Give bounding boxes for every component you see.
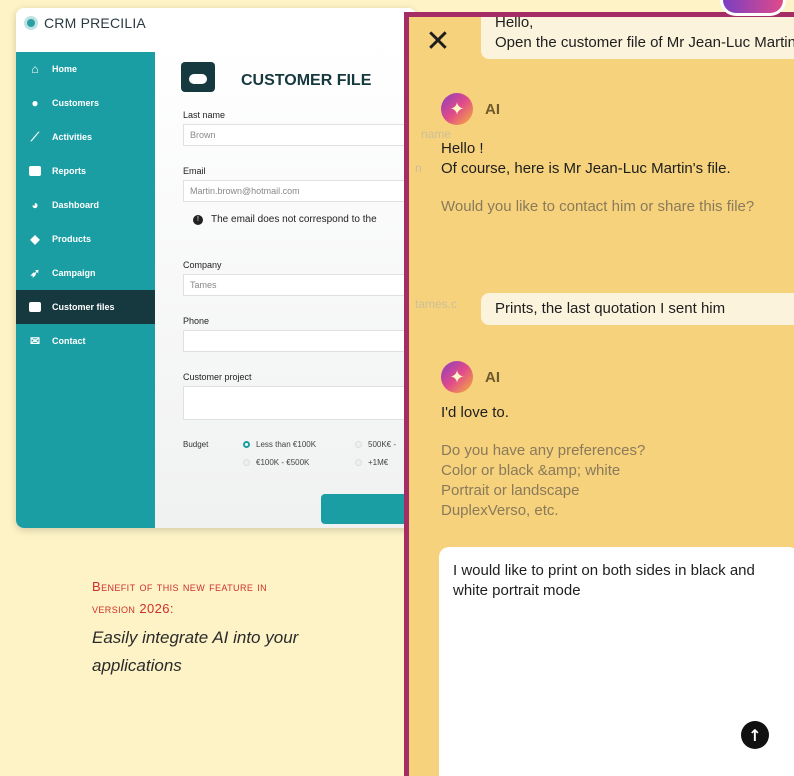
sidebar-item-label: Home [52, 64, 78, 74]
sidebar-item-label: Campaign [52, 268, 96, 278]
budget-label: Budget [183, 440, 209, 449]
sidebar-item-customer-files[interactable]: Customer files [16, 290, 155, 324]
form-area: CUSTOMER FILE Last name Brown Email Mart… [155, 38, 416, 528]
user-message-text: Open the customer file of Mr Jean-Luc Ma… [495, 34, 794, 51]
ghost-text: n [415, 161, 422, 175]
email-warning: ! The email does not correspond to the [193, 214, 377, 225]
send-button[interactable]: ↑ [741, 721, 769, 749]
sidebar-item-label: Products [52, 234, 92, 244]
phone-field[interactable] [183, 330, 416, 352]
campaign-icon: ➶ [29, 266, 41, 280]
ai-name: AI [485, 100, 500, 118]
company-label: Company [183, 260, 222, 270]
user-message-line: Hello, [495, 14, 534, 31]
main-content: CUSTOMER FILE Last name Brown Email Mart… [155, 38, 416, 528]
budget-option-1m-plus[interactable]: +1M€ [355, 458, 388, 467]
user-message: Hello, Open the customer file of Mr Jean… [481, 14, 794, 59]
crm-logo-icon [24, 16, 38, 30]
home-icon: ⌂ [31, 62, 39, 76]
ai-reply-question: Would you like to contact him or share t… [441, 198, 755, 215]
sidebar-item-home[interactable]: ⌂ Home [16, 52, 155, 86]
sidebar-item-products[interactable]: ◆ Products [16, 222, 155, 256]
sidebar-item-label: Dashboard [52, 200, 100, 210]
contact-icon: ✉ [29, 334, 41, 348]
radio-icon [355, 441, 362, 448]
budget-option-label: Less than €100K [256, 440, 317, 449]
sidebar-item-activities[interactable]: ⟋ Activities [16, 120, 155, 154]
budget-option-label: 500K€ - [368, 440, 397, 449]
ai-reply-question: Color or black &amp; white [441, 462, 621, 479]
company-field[interactable]: Tames [183, 274, 416, 296]
ai-header: ✦ AI [441, 361, 500, 393]
project-field[interactable] [183, 386, 416, 420]
ai-header: ✦ AI [441, 93, 500, 125]
user-message: Prints, the last quotation I sent him [481, 293, 794, 325]
ai-reply-question: Do you have any preferences? [441, 442, 646, 459]
customer-files-icon [28, 300, 42, 314]
crm-titlebar: CRM PRECILIA [16, 8, 416, 38]
sidebar-item-label: Activities [52, 132, 93, 142]
last-name-field[interactable]: Brown [183, 124, 416, 146]
sidebar-item-label: Reports [52, 166, 87, 176]
reports-icon [28, 164, 42, 178]
corner-badge [720, 0, 786, 16]
phone-label: Phone [183, 316, 210, 326]
sidebar-item-label: Customers [52, 98, 100, 108]
budget-option-500k[interactable]: 500K€ - [355, 440, 396, 449]
caption-heading: Benefit of this new feature in version 2… [92, 576, 392, 620]
email-warning-text: The email does not correspond to the [211, 214, 377, 225]
email-field[interactable]: Martin.brown@hotmail.com [183, 180, 416, 202]
project-label: Customer project [183, 372, 252, 382]
page-title: CUSTOMER FILE [241, 72, 372, 89]
dashboard-icon: ◕ [31, 198, 39, 212]
budget-option-under-100k[interactable]: Less than €100K [243, 440, 316, 449]
ghost-text: tames.c [415, 297, 458, 311]
ai-greeting: Hello ! [441, 140, 484, 157]
radio-icon [355, 459, 362, 466]
message-input[interactable]: I would like to print on both sides in b… [439, 547, 794, 776]
sidebar-item-contact[interactable]: ✉ Contact [16, 324, 155, 358]
sidebar-item-dashboard[interactable]: ◕ Dashboard [16, 188, 155, 222]
ai-reply-question: Portrait or landscape [441, 482, 580, 499]
ai-name: AI [485, 368, 500, 386]
message-input-text: I would like to print on both sides in b… [453, 562, 755, 599]
customer-file-icon [181, 62, 215, 92]
activities-icon: ⟋ [30, 129, 40, 144]
ai-chat-panel: name n tames.c ✕ Hello, Open the custome… [404, 12, 794, 776]
budget-option-label: +1M€ [368, 458, 389, 467]
caption-heading-line1: Benefit of this new feature in [92, 579, 268, 594]
ai-reply-text: Of course, here is Mr Jean-Luc Martin's … [441, 160, 731, 177]
app-name: CRM PRECILIA [44, 15, 146, 31]
radio-selected-icon [243, 441, 250, 448]
budget-option-label: €100K - €500K [256, 458, 310, 467]
budget-option-100k-500k[interactable]: €100K - €500K [243, 458, 309, 467]
warning-icon: ! [193, 214, 203, 225]
close-icon[interactable]: ✕ [423, 27, 453, 57]
sidebar-item-label: Customer files [52, 302, 115, 312]
sidebar-item-customers[interactable]: ● Customers [16, 86, 155, 120]
radio-icon [243, 459, 250, 466]
caption-heading-line2: version 2026: [92, 601, 174, 616]
feature-caption: Benefit of this new feature in version 2… [92, 576, 392, 680]
last-name-label: Last name [183, 110, 226, 120]
ai-reply-text: I'd love to. [441, 404, 509, 421]
caption-body: Easily integrate AI into your applicatio… [92, 628, 299, 675]
sidebar-item-label: Contact [52, 336, 86, 346]
ai-sparkle-icon: ✦ [441, 361, 473, 393]
submit-button[interactable] [321, 494, 416, 524]
sidebar-item-reports[interactable]: Reports [16, 154, 155, 188]
email-label: Email [183, 166, 206, 176]
crm-window: CRM PRECILIA ⌂ Home ● Customers ⟋ Activi… [16, 8, 416, 528]
products-icon: ◆ [30, 232, 40, 246]
customers-icon: ● [31, 96, 39, 110]
sidebar: ⌂ Home ● Customers ⟋ Activities Reports … [16, 52, 155, 528]
ai-reply-question: DuplexVerso, etc. [441, 502, 559, 519]
sidebar-item-campaign[interactable]: ➶ Campaign [16, 256, 155, 290]
ai-sparkle-icon: ✦ [441, 93, 473, 125]
